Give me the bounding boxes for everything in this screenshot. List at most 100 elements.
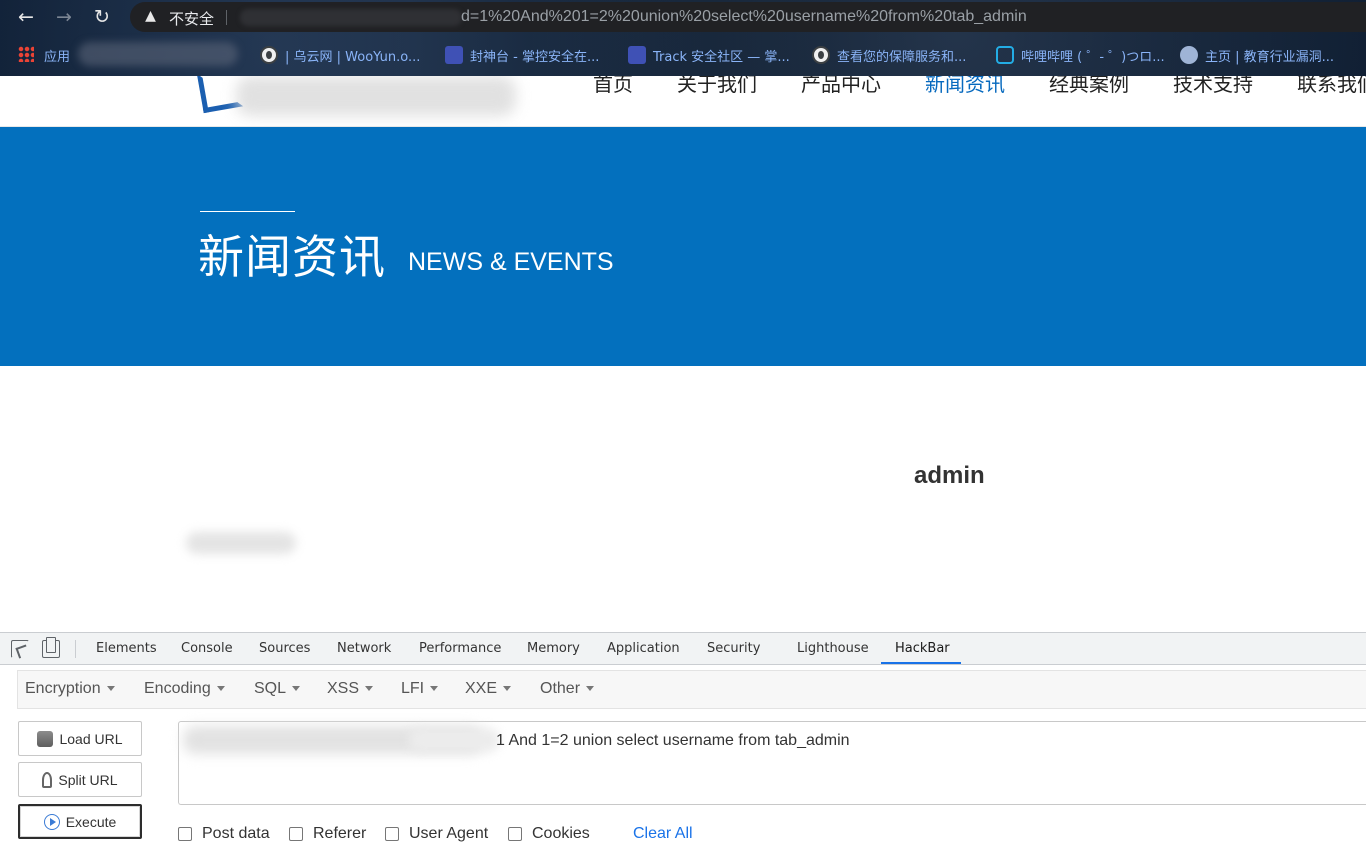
- reload-icon[interactable]: ↻: [89, 4, 115, 30]
- nav-cases[interactable]: 经典案例: [1049, 76, 1129, 97]
- bookmark-fengshentai[interactable]: 封神台 - 掌控安全在...: [445, 45, 599, 65]
- caret-down-icon: [106, 686, 115, 692]
- menu-encoding[interactable]: Encoding: [144, 680, 225, 698]
- user-agent-checkbox[interactable]: User Agent: [385, 825, 488, 843]
- bookmark-label: | 乌云网 | WooYun.o...: [285, 49, 421, 65]
- checkbox-box[interactable]: [508, 827, 522, 841]
- globe-icon: [260, 46, 278, 64]
- device-toolbar-icon[interactable]: [42, 637, 60, 658]
- menu-label: Encoding: [144, 680, 211, 697]
- execute-button[interactable]: Execute: [18, 804, 142, 839]
- post-data-checkbox[interactable]: Post data: [178, 825, 270, 843]
- nav-home[interactable]: 首页: [593, 76, 633, 97]
- active-tab-indicator: [881, 662, 961, 664]
- security-label[interactable]: 不安全: [169, 8, 214, 29]
- bookmarks-bar: 应用 | 乌云网 | WooYun.o... 封神台 - 掌控安全在... Tr…: [0, 34, 1366, 76]
- menu-encryption[interactable]: Encryption: [25, 680, 115, 698]
- nav-about[interactable]: 关于我们: [677, 76, 757, 97]
- checkbox-label: User Agent: [409, 825, 489, 842]
- url-textarea[interactable]: 1 And 1=2 union select username from tab…: [178, 721, 1366, 805]
- tab-application[interactable]: Application: [607, 641, 680, 656]
- devtools-tabbar: Elements Console Sources Network Perform…: [0, 633, 1366, 665]
- redacted-content: [186, 532, 296, 554]
- checkbox-box[interactable]: [289, 827, 303, 841]
- forward-arrow-icon[interactable]: →: [51, 4, 77, 30]
- menu-xss[interactable]: XSS: [327, 680, 374, 698]
- bookmark-wooyun[interactable]: | 乌云网 | WooYun.o...: [260, 45, 420, 65]
- bookmark-edu[interactable]: 主页 | 教育行业漏洞...: [1180, 45, 1334, 65]
- nav-contact[interactable]: 联系我们: [1297, 76, 1366, 97]
- redacted-url: [409, 728, 499, 752]
- caret-down-icon: [503, 686, 512, 692]
- checkbox-box[interactable]: [385, 827, 399, 841]
- nav-products[interactable]: 产品中心: [801, 76, 881, 97]
- tab-performance[interactable]: Performance: [419, 641, 501, 656]
- menu-lfi[interactable]: LFI: [401, 680, 439, 698]
- menu-label: Other: [540, 680, 581, 697]
- browser-toolbar: ← → ↻ ▲ 不安全 d=1%20And%201=2%20union%20se…: [0, 0, 1366, 34]
- split-url-button[interactable]: Split URL: [18, 762, 142, 797]
- referer-checkbox[interactable]: Referer: [289, 825, 366, 843]
- banner-title: 新闻资讯: [198, 230, 386, 284]
- tabbar-divider: [75, 640, 76, 658]
- printer-icon: [37, 730, 54, 747]
- shield-icon: [628, 46, 646, 64]
- tab-network[interactable]: Network: [337, 641, 391, 656]
- globe-icon: [812, 46, 830, 64]
- bilibili-icon: [996, 46, 1014, 64]
- warning-icon[interactable]: ▲: [142, 8, 159, 25]
- back-arrow-icon[interactable]: ←: [13, 4, 39, 30]
- menu-xxe[interactable]: XXE: [465, 680, 512, 698]
- menu-label: LFI: [401, 680, 425, 697]
- nav-news[interactable]: 新闻资讯: [925, 76, 1005, 97]
- menu-label: SQL: [254, 680, 287, 697]
- browser-chrome: ← → ↻ ▲ 不安全 d=1%20And%201=2%20union%20se…: [0, 0, 1366, 76]
- tab-sources[interactable]: Sources: [259, 641, 310, 656]
- checkbox-box[interactable]: [178, 827, 192, 841]
- bookmark-bilibili[interactable]: 哔哩哔哩 ( ゜- ゜)つロ...: [996, 45, 1165, 65]
- hackbar-menubar: Encryption Encoding SQL XSS LFI XXE Othe…: [17, 670, 1366, 709]
- caret-down-icon: [586, 686, 595, 692]
- injected-result: admin: [914, 462, 985, 489]
- caret-down-icon: [216, 686, 225, 692]
- bookmark-label: 哔哩哔哩 ( ゜- ゜)つロ...: [1021, 49, 1165, 65]
- inspect-element-icon[interactable]: [11, 640, 29, 658]
- menu-label: XSS: [327, 680, 360, 697]
- tab-elements[interactable]: Elements: [96, 641, 157, 656]
- scissors-icon: [42, 771, 53, 788]
- url-text[interactable]: d=1%20And%201=2%20union%20select%20usern…: [461, 8, 1027, 26]
- menu-sql[interactable]: SQL: [254, 680, 301, 698]
- redacted-host: [240, 9, 462, 26]
- news-banner: 新闻资讯 NEWS & EVENTS: [0, 127, 1366, 366]
- bookmark-label: 查看您的保障服务和...: [837, 49, 967, 65]
- tab-security[interactable]: Security: [707, 641, 760, 656]
- menu-label: Encryption: [25, 680, 101, 697]
- tab-memory[interactable]: Memory: [527, 641, 580, 656]
- bookmark-support[interactable]: 查看您的保障服务和...: [812, 45, 966, 65]
- site-header: 首页 关于我们 产品中心 新闻资讯 经典案例 技术支持 联系我们: [0, 76, 1366, 127]
- devtools-panel: Elements Console Sources Network Perform…: [0, 632, 1366, 845]
- tab-hackbar[interactable]: HackBar: [895, 641, 950, 656]
- bookmark-label: Track 安全社区 — 掌...: [653, 49, 790, 65]
- bookmark-label: 主页 | 教育行业漏洞...: [1205, 49, 1335, 65]
- address-bar[interactable]: ▲ 不安全 d=1%20And%201=2%20union%20select%2…: [130, 2, 1366, 32]
- query-text[interactable]: 1 And 1=2 union select username from tab…: [496, 732, 850, 750]
- nav-support[interactable]: 技术支持: [1173, 76, 1253, 97]
- caret-down-icon: [430, 686, 439, 692]
- caret-down-icon: [365, 686, 374, 692]
- menu-other[interactable]: Other: [540, 680, 595, 698]
- play-icon: [43, 813, 60, 830]
- clear-all-link[interactable]: Clear All: [633, 825, 693, 843]
- tab-console[interactable]: Console: [181, 641, 233, 656]
- tab-lighthouse[interactable]: Lighthouse: [797, 641, 869, 656]
- button-label: Split URL: [58, 771, 118, 788]
- banner-subtitle: NEWS & EVENTS: [408, 248, 614, 276]
- bookmark-apps[interactable]: 应用: [44, 45, 70, 65]
- checkbox-label: Cookies: [532, 825, 590, 842]
- cookies-checkbox[interactable]: Cookies: [508, 825, 590, 843]
- button-label: Load URL: [59, 730, 123, 747]
- checkbox-label: Referer: [313, 825, 367, 842]
- edu-icon: [1180, 46, 1198, 64]
- bookmark-track[interactable]: Track 安全社区 — 掌...: [628, 45, 790, 65]
- load-url-button[interactable]: Load URL: [18, 721, 142, 756]
